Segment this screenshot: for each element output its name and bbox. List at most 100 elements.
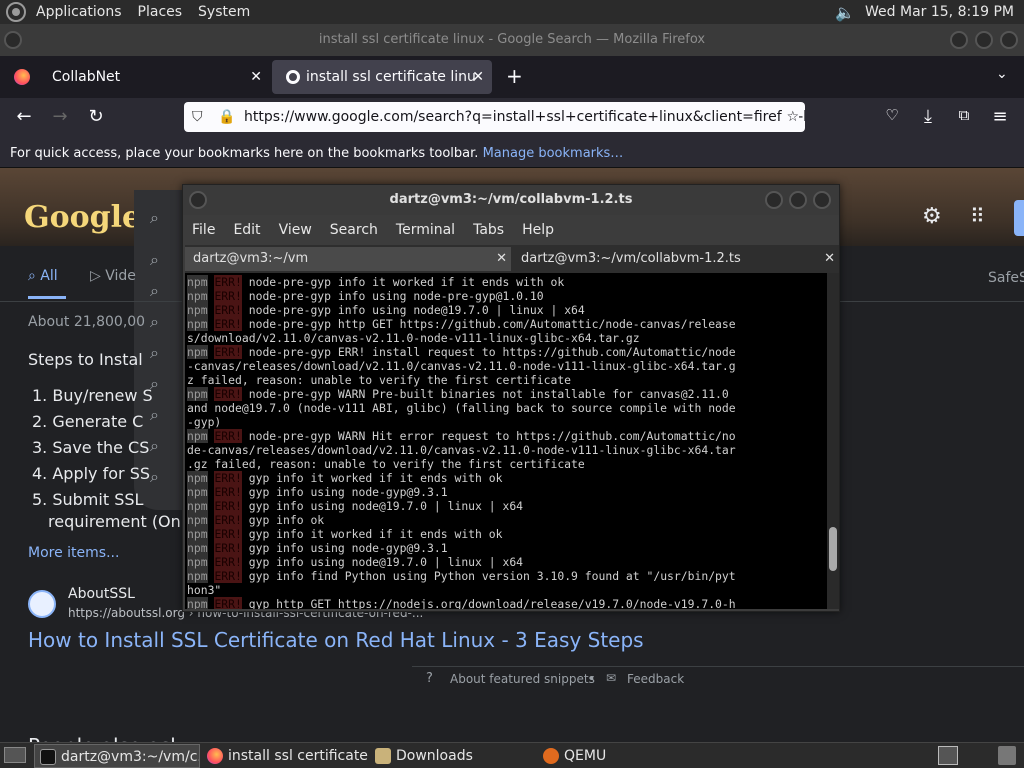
volume-icon[interactable]: 🔈 — [835, 3, 855, 22]
show-desktop-icon[interactable] — [4, 747, 26, 763]
terminal-line-text: node-pre-gyp http GET https://github.com… — [248, 317, 736, 331]
window-menu-button[interactable] — [189, 191, 207, 209]
tab-videos[interactable]: ▷ Vide — [90, 268, 136, 284]
search-icon[interactable]: ⌕ — [150, 405, 159, 425]
terminal-tab-collabvm[interactable]: dartz@vm3:~/vm/collabvm-1.2.ts ✕ — [513, 247, 839, 271]
more-items-link[interactable]: More items... — [28, 545, 119, 561]
close-tab-icon[interactable]: ✕ — [824, 247, 835, 271]
terminal-tab-label: dartz@vm3:~/vm/collabvm-1.2.ts — [521, 251, 741, 266]
apps-grid-icon[interactable]: ⠿ — [970, 204, 985, 228]
search-icon[interactable]: ⌕ — [150, 343, 159, 363]
menu-tabs[interactable]: Tabs — [464, 222, 513, 238]
terminal-line-text: node-pre-gyp info using node-pre-gyp@1.0… — [248, 289, 544, 303]
taskbar-item-qemu[interactable]: QEMU — [538, 744, 704, 768]
tab-all[interactable]: ⌕ All — [28, 268, 58, 284]
separator-dot: • — [588, 672, 596, 686]
shield-icon[interactable]: ⛉ — [192, 102, 203, 132]
reload-icon[interactable]: ↻ — [84, 106, 108, 127]
new-tab-button[interactable]: + — [506, 64, 523, 88]
window-menu-button[interactable] — [4, 31, 22, 49]
search-icon[interactable]: ⌕ — [150, 312, 159, 332]
scrollbar-thumb[interactable] — [829, 527, 837, 571]
tab-collabnet[interactable]: CollabNet ✕ — [0, 60, 270, 94]
pocket-icon[interactable]: ♡ — [880, 106, 904, 124]
bookmarks-hint: For quick access, place your bookmarks h… — [10, 146, 479, 161]
safesearch-label[interactable]: SafeS — [988, 270, 1024, 286]
places-menu[interactable]: Places — [130, 0, 191, 24]
back-arrow-icon[interactable]: ← — [12, 106, 36, 127]
window-title: install ssl certificate linux - Google S… — [318, 32, 706, 47]
manage-bookmarks-link[interactable]: Manage bookmarks… — [483, 146, 624, 161]
search-icon[interactable]: ⌕ — [150, 208, 159, 228]
feedback-link[interactable]: Feedback — [627, 672, 684, 686]
result-title-link[interactable]: How to Install SSL Certificate on Red Ha… — [28, 628, 644, 652]
log-level-badge: ERR! — [214, 513, 242, 527]
maximize-button[interactable] — [975, 31, 993, 49]
site-name[interactable]: AboutSSL — [68, 586, 135, 602]
url-text[interactable]: https://www.google.com/search?q=install+… — [244, 109, 805, 125]
terminal-line-text: node-pre-gyp WARN Hit error request to h… — [248, 429, 736, 443]
terminal-scrollbar[interactable] — [827, 273, 839, 609]
downloads-icon[interactable]: ⤓ — [916, 106, 940, 127]
clock[interactable]: Wed Mar 15, 8:19 PM — [865, 4, 1014, 20]
taskbar-item-terminal[interactable]: dartz@vm3:~/vm/c... — [34, 744, 200, 768]
forward-arrow-icon[interactable]: → — [48, 106, 72, 127]
terminal-line: s/download/v2.11.0/canvas-v2.11.0-node-v… — [187, 331, 827, 345]
close-tab-icon[interactable]: ✕ — [250, 69, 262, 85]
maximize-button[interactable] — [789, 191, 807, 209]
log-level-badge: ERR! — [214, 429, 242, 443]
terminal-line-text: and node@19.7.0 (node-v111 ABI, glibc) (… — [187, 401, 736, 415]
search-icon[interactable]: ⌕ — [150, 281, 159, 301]
terminal-line: npm ERR! node-pre-gyp info using node-pr… — [187, 289, 827, 303]
search-icon[interactable]: ⌕ — [150, 250, 159, 270]
url-bar[interactable]: ⛉ 🔒 https://www.google.com/search?q=inst… — [184, 102, 805, 132]
terminal-tab-vm[interactable]: dartz@vm3:~/vm ✕ — [185, 247, 511, 271]
site-favicon-icon[interactable] — [28, 590, 56, 618]
minimize-button[interactable] — [765, 191, 783, 209]
taskbar-label: Downloads — [396, 748, 473, 764]
terminal-output[interactable]: npm ERR! node-pre-gyp info it worked if … — [185, 273, 827, 609]
minimize-button[interactable] — [950, 31, 968, 49]
log-level-badge: ERR! — [214, 317, 242, 331]
terminal-line-text: de-canvas/releases/download/v2.11.0/canv… — [187, 443, 736, 457]
menu-search[interactable]: Search — [321, 222, 387, 238]
lock-icon[interactable]: 🔒 — [218, 102, 235, 132]
search-icon[interactable]: ⌕ — [150, 436, 159, 456]
close-window-button[interactable] — [813, 191, 831, 209]
log-level-badge: ERR! — [214, 541, 242, 555]
log-level-badge: ERR! — [214, 289, 242, 303]
hamburger-menu-icon[interactable]: ≡ — [988, 106, 1012, 127]
list-tabs-chevron-icon[interactable]: ⌄ — [996, 66, 1008, 82]
about-snippets-link[interactable]: About featured snippets — [450, 672, 595, 686]
menu-view[interactable]: View — [270, 222, 321, 238]
menu-file[interactable]: File — [183, 222, 224, 238]
close-tab-icon[interactable]: ✕ — [496, 247, 507, 271]
menu-terminal[interactable]: Terminal — [387, 222, 464, 238]
trash-icon[interactable] — [998, 746, 1016, 765]
applications-menu[interactable]: Applications — [28, 0, 130, 24]
close-tab-icon[interactable]: ✕ — [472, 69, 484, 85]
taskbar-item-firefox[interactable]: install ssl certificate ... — [202, 744, 368, 768]
system-menu[interactable]: System — [190, 0, 258, 24]
google-logo[interactable]: Google — [24, 200, 141, 235]
tab-google-search[interactable]: install ssl certificate linux - G ✕ — [272, 60, 492, 94]
search-icon: ⌕ — [28, 268, 41, 284]
workspace-switcher[interactable] — [938, 746, 958, 765]
terminal-tab-label: dartz@vm3:~/vm — [193, 251, 309, 266]
terminal-line-text: gyp info it worked if it ends with ok — [248, 471, 503, 485]
extensions-icon[interactable]: ⧉ — [952, 106, 976, 124]
menu-edit[interactable]: Edit — [224, 222, 269, 238]
sign-in-button[interactable] — [1014, 200, 1024, 236]
bottom-taskbar: dartz@vm3:~/vm/c... install ssl certific… — [0, 742, 1024, 768]
settings-gear-icon[interactable]: ⚙ — [922, 204, 942, 229]
close-window-button[interactable] — [1000, 31, 1018, 49]
terminal-line: npm ERR! node-pre-gyp info it worked if … — [187, 275, 827, 289]
log-level-badge: ERR! — [214, 499, 242, 513]
taskbar-label: dartz@vm3:~/vm/c... — [61, 749, 200, 765]
search-icon[interactable]: ⌕ — [150, 467, 159, 487]
taskbar-item-downloads[interactable]: Downloads — [370, 744, 536, 768]
menu-help[interactable]: Help — [513, 222, 563, 238]
terminal-line-text: node-pre-gyp info using node@19.7.0 | li… — [248, 303, 585, 317]
bookmark-star-icon[interactable]: ☆ — [782, 102, 799, 132]
distro-logo-icon[interactable] — [6, 2, 26, 22]
